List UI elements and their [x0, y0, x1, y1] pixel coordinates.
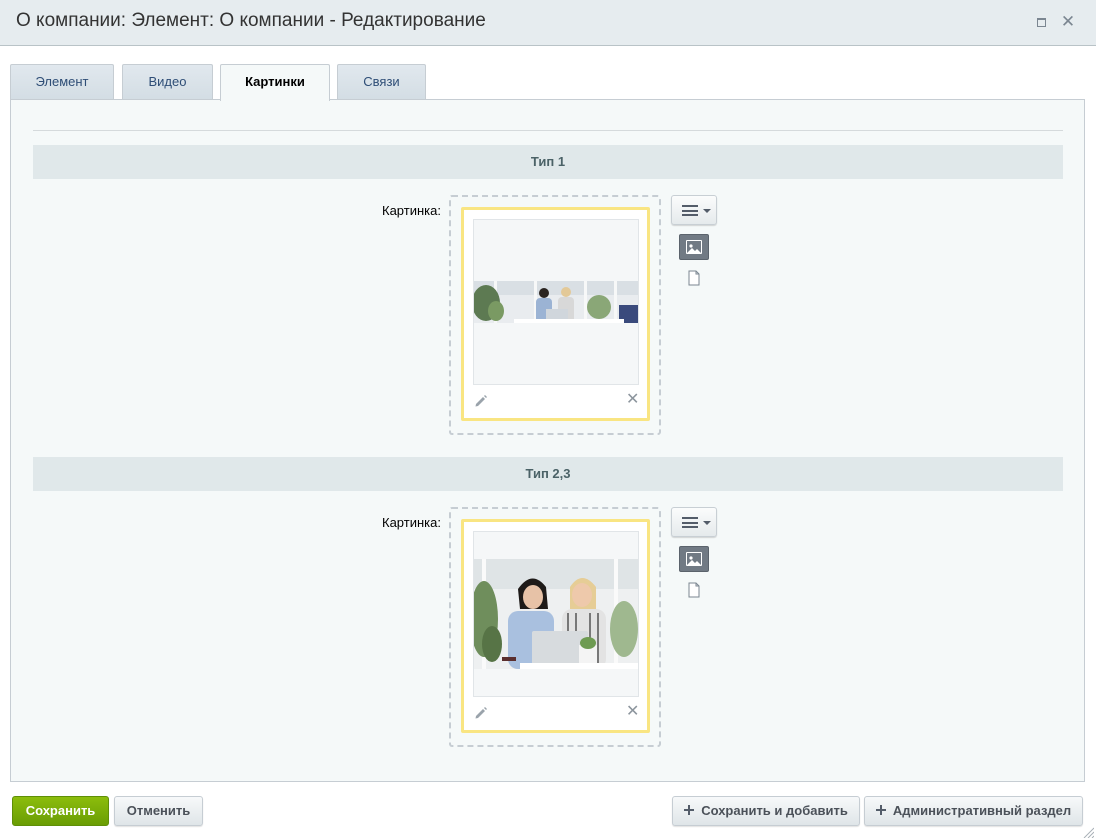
pencil-icon[interactable]	[474, 706, 488, 720]
divider	[33, 130, 1063, 131]
maximize-icon[interactable]	[1031, 12, 1051, 32]
photo-thumbnail	[474, 281, 638, 323]
document-icon[interactable]	[687, 582, 701, 598]
plus-icon	[875, 805, 886, 816]
image-preview[interactable]	[473, 531, 639, 697]
file-drop-zone[interactable]: ✕	[449, 195, 661, 435]
file-drop-zone[interactable]: ✕	[449, 507, 661, 747]
tab-element[interactable]: Элемент	[10, 64, 114, 100]
save-and-add-label: Сохранить и добавить	[701, 803, 848, 818]
save-and-add-button[interactable]: Сохранить и добавить	[672, 796, 860, 826]
resize-grip-icon[interactable]	[1082, 826, 1094, 838]
admin-section-button[interactable]: Административный раздел	[864, 796, 1083, 826]
tab-content-panel: Тип 1 Картинка: ✕ Тип 2,3 Картинка: ✕	[10, 99, 1085, 782]
document-icon[interactable]	[687, 270, 701, 286]
close-icon[interactable]: ✕	[1058, 12, 1078, 32]
file-card: ✕	[461, 519, 650, 733]
admin-section-label: Административный раздел	[892, 803, 1072, 818]
section-header-type23: Тип 2,3	[33, 457, 1063, 491]
tab-video[interactable]: Видео	[122, 64, 213, 100]
menu-icon[interactable]	[671, 195, 717, 225]
image-icon[interactable]	[679, 234, 709, 260]
form-footer: Сохранить Отменить Сохранить и добавить …	[0, 782, 1096, 840]
picture-field-label: Картинка:	[382, 515, 441, 530]
photo-thumbnail	[474, 559, 638, 669]
cancel-button[interactable]: Отменить	[114, 796, 203, 826]
file-card: ✕	[461, 207, 650, 421]
window-titlebar: О компании: Элемент: О компании - Редакт…	[0, 0, 1096, 46]
image-preview[interactable]	[473, 219, 639, 385]
section-header-type1: Тип 1	[33, 145, 1063, 179]
remove-icon[interactable]: ✕	[626, 704, 640, 720]
save-button[interactable]: Сохранить	[12, 796, 109, 826]
image-icon[interactable]	[679, 546, 709, 572]
remove-icon[interactable]: ✕	[626, 392, 640, 408]
menu-icon[interactable]	[671, 507, 717, 537]
pencil-icon[interactable]	[474, 394, 488, 408]
tab-pictures[interactable]: Картинки	[220, 64, 330, 101]
plus-icon	[684, 805, 695, 816]
picture-field-label: Картинка:	[382, 203, 441, 218]
tab-links[interactable]: Связи	[337, 64, 426, 100]
window-title: О компании: Элемент: О компании - Редакт…	[16, 10, 486, 31]
